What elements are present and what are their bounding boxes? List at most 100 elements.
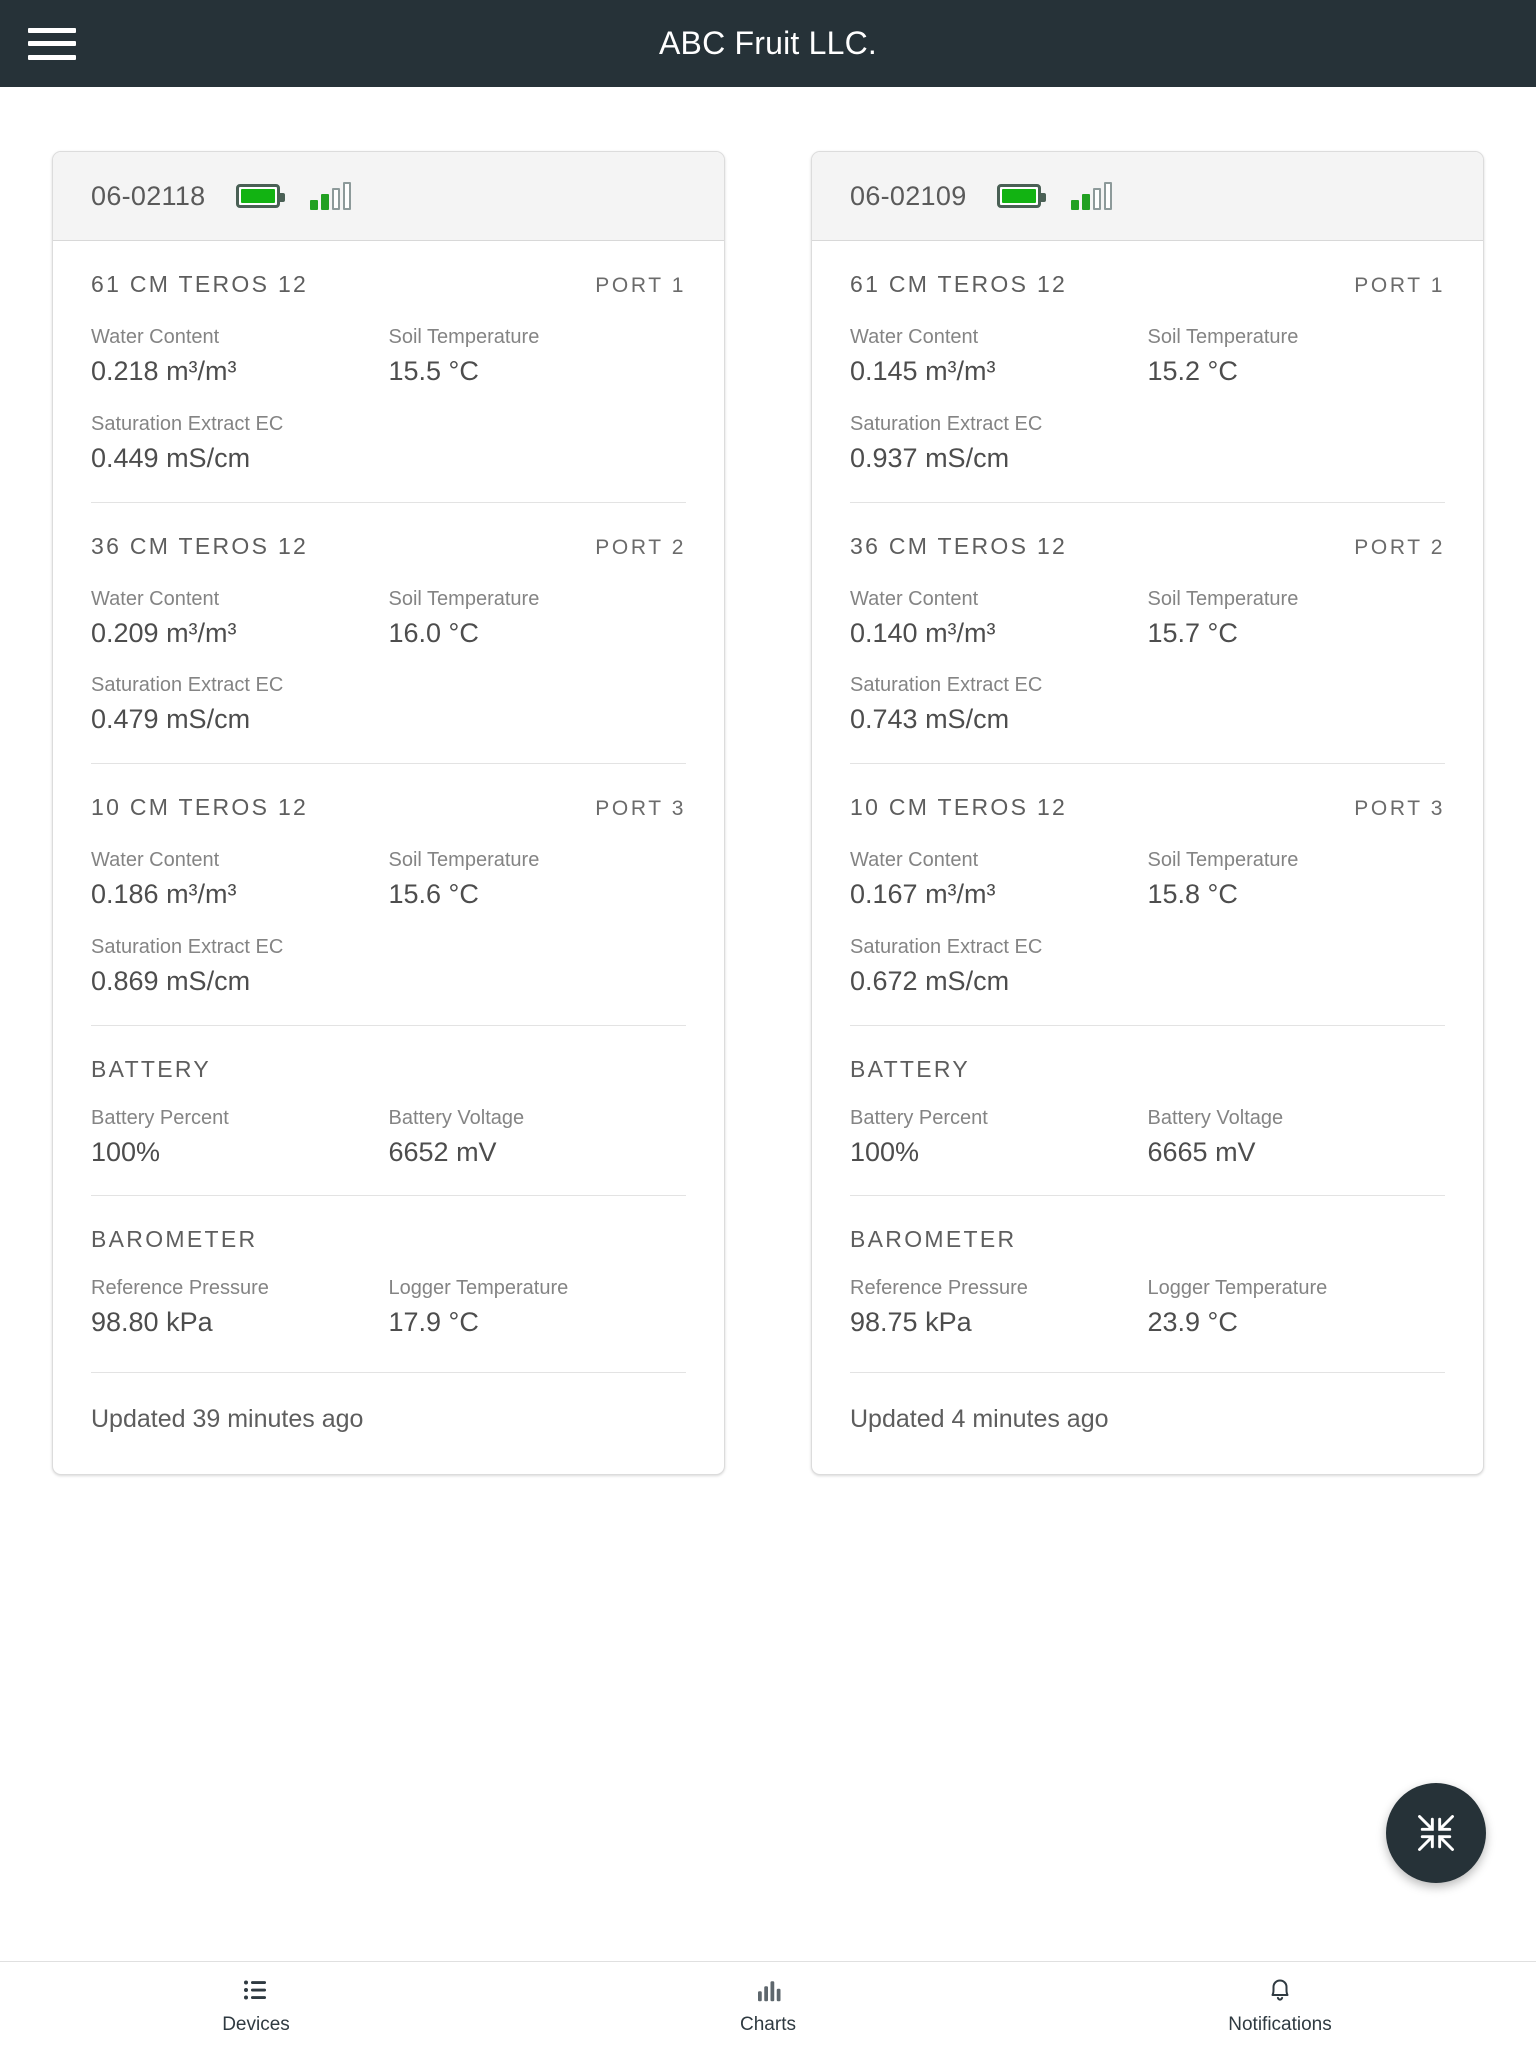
metric-row: Saturation Extract EC 0.743 mS/cm [850,672,1445,763]
battery-full-icon [235,184,285,208]
metric: Water Content 0.186 m³/m³ [91,847,389,912]
sensor-block: 10 CM TEROS 12 PORT 3 Water Content 0.167 m… [850,763,1445,1025]
sensor-port: PORT 2 [595,535,686,559]
metric-value: 0.167 m³/m³ [850,879,996,909]
metric-label: Saturation Extract EC [850,412,1043,435]
sensor-header: 36 CM TEROS 12 PORT 2 [91,533,686,560]
battery-fill [1001,189,1036,203]
metric: Water Content 0.209 m³/m³ [91,586,389,651]
metric: Saturation Extract EC 0.449 mS/cm [91,411,389,476]
device-card: 06-02118 61 CM TEROS 12 PORT 1 Water Conten… [52,151,725,1475]
metric-row: Battery Percent 100% Battery Voltage 6665 m… [850,1105,1445,1196]
metric-label: Saturation Extract EC [91,935,284,958]
sensor-name: 10 CM TEROS 12 [91,794,309,820]
nav-label-devices: Devices [222,2014,290,2035]
nav-item-notifications[interactable]: Notifications [1024,1962,1536,2048]
metric-label: Water Content [91,849,220,871]
metric-label: Water Content [850,849,979,871]
nav-item-devices[interactable]: Devices [0,1962,512,2048]
sensor-port: PORT 3 [595,797,686,820]
metric-value: 0.209 m³/m³ [91,617,237,648]
metric: Soil Temperature 15.7 °C [1148,586,1446,651]
device-card-body: 61 CM TEROS 12 PORT 1 Water Content 0.218 m… [53,241,724,1474]
metric-label: Battery Voltage [1147,1106,1284,1129]
metric-value: 98.75 kPa [850,1307,972,1338]
metric: Battery Percent 100% [850,1105,1148,1170]
metric-value: 0.479 mS/cm [91,704,251,735]
metric: Water Content 0.140 m³/m³ [850,586,1148,651]
sensor-port: PORT 1 [1354,274,1445,297]
metric: Soil Temperature 15.5 °C [389,324,687,389]
metric-label: Reference Pressure [91,1277,269,1300]
section-block: BATTERY Battery Percent 100% Battery Voltag… [850,1024,1445,1196]
battery-full-icon [996,184,1046,208]
section-title: BAROMETER [91,1226,258,1253]
signal-bars-icon [1070,182,1112,210]
device-id: 06-02109 [850,180,967,211]
metric-row: Water Content 0.140 m³/m³ Soil Temperature… [850,586,1445,651]
hamburger-bar [28,27,76,33]
section-block: BAROMETER Reference Pressure 98.80 kPa Logg… [91,1195,686,1366]
hamburger-bar [28,54,76,60]
metric-label: Soil Temperature [388,849,540,871]
sensor-port: PORT 2 [1354,535,1445,559]
list-icon [241,1974,271,2006]
metric-row: Saturation Extract EC 0.937 mS/cm [850,411,1445,502]
metric-value: 0.869 mS/cm [91,965,251,996]
metric: Logger Temperature 23.9 °C [1148,1275,1446,1340]
sensor-name: 61 CM TEROS 12 [850,271,1068,297]
metric: Soil Temperature 16.0 °C [389,586,687,651]
device-card-header[interactable]: 06-02118 [53,152,724,241]
metric-value: 0.449 mS/cm [91,442,251,473]
metric [389,934,687,999]
metric-value: 0.218 m³/m³ [91,356,237,386]
hamburger-menu-icon[interactable] [28,25,76,63]
metric-row: Water Content 0.186 m³/m³ Soil Temperature… [91,847,686,912]
metric-value: 15.8 °C [1147,879,1238,909]
metric-label: Soil Temperature [1147,326,1299,348]
device-card-list: 06-02118 61 CM TEROS 12 PORT 1 Water Conten… [52,151,1484,1475]
sensor-header: 61 CM TEROS 12 PORT 1 [91,271,686,298]
metric: Reference Pressure 98.75 kPa [850,1275,1148,1340]
metric-label: Saturation Extract EC [91,674,284,697]
signal-bars-icon [309,182,351,210]
metric-row: Saturation Extract EC 0.672 mS/cm [850,934,1445,1025]
metric-label: Water Content [850,326,979,348]
signal-bar [342,182,351,210]
metric-value: 0.140 m³/m³ [850,617,996,648]
collapse-arrows-icon [1418,1815,1454,1851]
sensor-name: 36 CM TEROS 12 [91,532,309,559]
metric-label: Water Content [91,326,220,348]
device-card-header[interactable]: 06-02109 [812,152,1483,241]
metric-label: Soil Temperature [1147,587,1299,610]
metric-value: 0.145 m³/m³ [850,356,996,386]
main-content: 06-02118 61 CM TEROS 12 PORT 1 Water Conten… [0,87,1536,1961]
metric-label: Saturation Extract EC [850,935,1043,958]
metric-value: 0.672 mS/cm [850,965,1010,996]
metric-label: Saturation Extract EC [850,674,1043,697]
section-block: BAROMETER Reference Pressure 98.75 kPa Logg… [850,1195,1445,1366]
metric-value: 6665 mV [1147,1136,1256,1167]
battery-fill [240,189,275,203]
metric-row: Saturation Extract EC 0.869 mS/cm [91,934,686,1025]
metric-label: Soil Temperature [388,587,540,610]
nav-label-notifications: Notifications [1228,2014,1332,2035]
sensor-block: 61 CM TEROS 12 PORT 1 Water Content 0.218 m… [91,241,686,502]
metric: Saturation Extract EC 0.937 mS/cm [850,411,1148,476]
metric-value: 15.6 °C [388,879,479,909]
collapse-all-fab[interactable] [1386,1783,1486,1883]
metric [389,411,687,476]
sensor-name: 10 CM TEROS 12 [850,794,1068,820]
metric-label: Reference Pressure [850,1277,1028,1300]
sensor-header: 36 CM TEROS 12 PORT 2 [850,533,1445,560]
metric: Soil Temperature 15.2 °C [1148,324,1446,389]
signal-bar [309,200,318,210]
metric-label: Soil Temperature [1147,849,1299,871]
metric-value: 15.7 °C [1147,617,1238,648]
section-title: BATTERY [850,1055,971,1082]
metric-row: Reference Pressure 98.75 kPa Logger Temper… [850,1275,1445,1366]
nav-item-charts[interactable]: Charts [512,1962,1024,2048]
sensor-block: 61 CM TEROS 12 PORT 1 Water Content 0.145 m… [850,241,1445,502]
nav-label-charts: Charts [740,2014,796,2035]
sensor-header: 61 CM TEROS 12 PORT 1 [850,271,1445,298]
